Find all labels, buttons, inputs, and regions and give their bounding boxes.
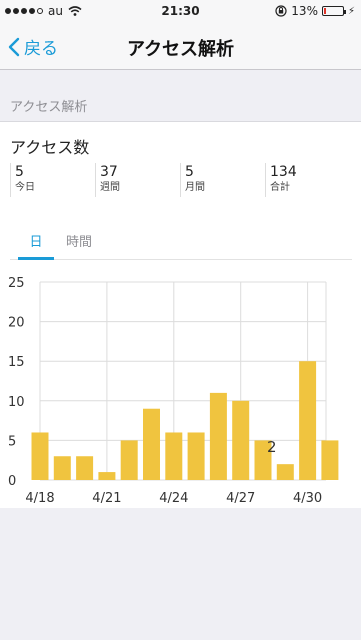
x-tick-label: 4/18 [25,491,54,506]
bar [165,432,183,480]
x-tick-label: 4/21 [92,491,121,506]
stats-row: 5 今日 37 週間 5 月間 134 合計 [10,163,350,197]
access-count-card: アクセス数 5 今日 37 週間 5 月間 134 合計 日 時間 0 5 10 15… [0,122,361,508]
x-tick-label: 4/27 [226,491,255,506]
bar [276,464,294,480]
y-tick-label: 15 [8,355,25,370]
stat-label: 合計 [270,182,290,193]
battery-icon [321,6,346,16]
stat-total: 134 合計 [265,163,350,197]
stat-value: 5 [185,164,194,180]
bar [299,361,317,480]
chart-canvas: 0 5 10 15 20 25 2 4/18 4/21 4/24 4/27 4/30 [8,276,339,506]
x-tick-label: 4/24 [159,491,188,506]
charging-icon: ⚡ [347,5,355,17]
stat-value: 5 [15,164,24,180]
status-right: 13% ⚡ [275,4,355,18]
y-tick-label: 20 [8,316,25,331]
x-tick-label: 4/30 [293,491,322,506]
y-tick-label: 5 [8,434,16,449]
navigation-bar: 戻る アクセス解析 [0,22,361,70]
battery-level [323,8,327,14]
bar [321,440,339,480]
page-title: アクセス解析 [126,39,235,60]
bar [31,432,49,480]
tab-day[interactable]: 日 [18,232,54,260]
section-header: アクセス解析 [0,70,361,122]
y-tick-label: 0 [8,474,16,489]
card-title: アクセス数 [10,138,90,157]
stat-label: 週間 [100,182,120,193]
bar [76,456,94,480]
stat-value: 134 [270,164,297,180]
bar [53,456,71,480]
rotation-lock-icon [275,5,287,17]
stat-label: 今日 [15,182,35,193]
section-header-label: アクセス解析 [10,100,88,115]
bar [209,392,227,480]
y-tick-label: 10 [8,395,25,410]
bar [232,400,250,480]
tab-hour[interactable]: 時間 [60,232,98,260]
period-tabs: 日 時間 [10,232,352,260]
stat-label: 月間 [185,182,205,193]
y-tick-label: 25 [8,276,25,291]
stat-value: 37 [100,164,118,180]
status-bar: au 21:30 13% ⚡ [0,0,361,22]
access-bar-chart: 0 5 10 15 20 25 2 4/18 4/21 4/24 4/27 4/30 [0,272,361,508]
bar [187,432,205,480]
battery-percent: 13% [291,4,318,18]
stat-today: 5 今日 [10,163,95,197]
bar [120,440,138,480]
stat-week: 37 週間 [95,163,180,197]
bar [143,408,160,480]
stat-month: 5 月間 [180,163,265,197]
bar [98,472,116,480]
chart-annotation: 2 [267,438,277,456]
